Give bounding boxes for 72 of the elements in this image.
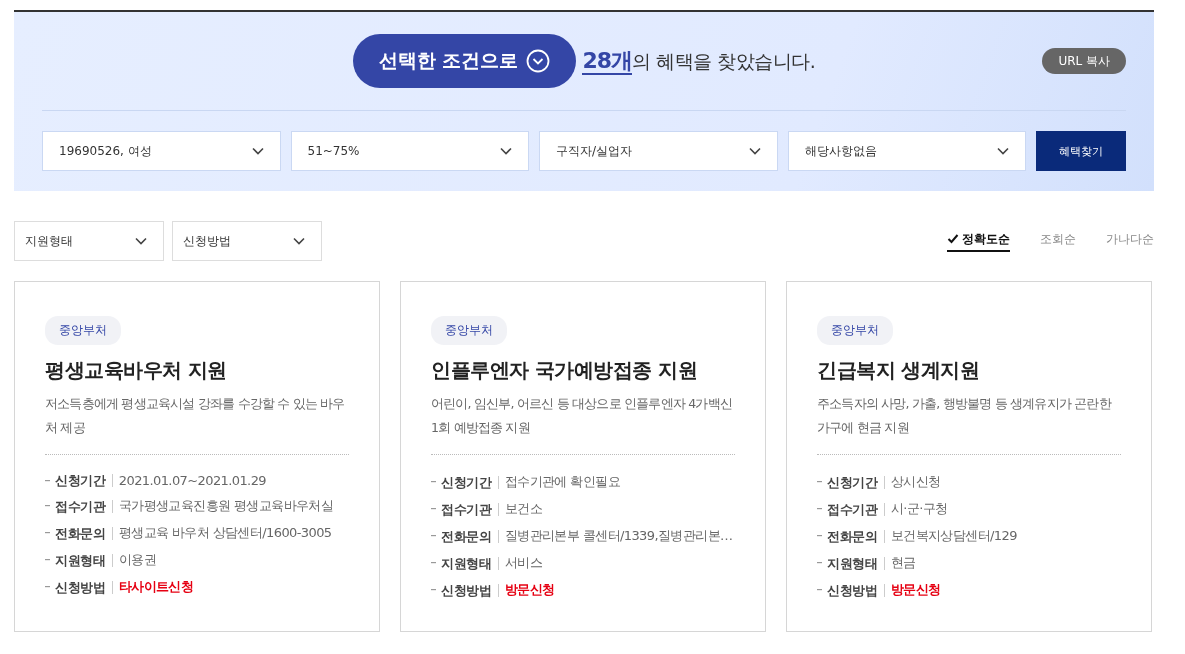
detail-label: 신청기간 (55, 474, 113, 487)
benefit-title: 긴급복지 생계지원 (817, 357, 981, 384)
dash-icon (817, 508, 822, 510)
benefit-description: 주소득자의 사망, 가출, 행방불명 등 생계유지가 곤란한 가구에 현금 지원 (817, 392, 1121, 455)
benefit-card[interactable]: 중앙부처 인플루엔자 국가예방접종 지원 어린이, 임신부, 어르신 등 대상으로 인플루엔자 4가백신 1회 예방접종 지원 신청기간 접수기관에 확인필요 접수기관 보건소 전화문의 질병관리본부 콜센터/1339,질병관리본… 지원형태 서비스 신청방법 방문신청 (400, 281, 766, 632)
find-benefits-button[interactable]: 혜택찾기 (1036, 131, 1126, 171)
detail-label: 접수기관 (441, 502, 499, 516)
detail-label: 신청방법 (55, 580, 113, 594)
filter-dropdown[interactable]: 신청방법 (172, 221, 322, 261)
detail-label: 지원형태 (441, 556, 499, 570)
filter-dropdown[interactable]: 지원형태 (14, 221, 164, 261)
condition-dropdown[interactable]: 해당사항없음 (787, 131, 1026, 171)
condition-dropdown[interactable]: 19690526, 여성 (42, 131, 281, 171)
detail-value: 현금 (890, 554, 916, 572)
dash-icon (45, 559, 50, 561)
dash-icon (817, 562, 822, 564)
detail-value: 시·군·구청 (890, 500, 948, 518)
sort-option[interactable]: 정확도순 (947, 230, 1010, 252)
detail-value: 국가평생교육진흥원 평생교육바우처실 (118, 497, 334, 515)
detail-label: 접수기관 (55, 499, 113, 513)
category-badge: 중앙부처 (817, 316, 893, 345)
dash-icon (817, 481, 822, 483)
detail-label: 신청방법 (441, 583, 499, 597)
detail-value: 평생교육 바우처 상담센터/1600-3005 (118, 524, 332, 542)
detail-value: 서비스 (504, 554, 542, 572)
detail-value: 이용권 (118, 551, 156, 569)
dash-icon (45, 532, 50, 534)
detail-value: 상시신청 (890, 473, 941, 491)
dash-icon (431, 589, 436, 591)
detail-value: 질병관리본부 콜센터/1339,질병관리본… (504, 527, 733, 545)
detail-label: 전화문의 (827, 529, 885, 543)
check-icon (947, 233, 959, 245)
detail-label: 접수기관 (827, 502, 885, 516)
condition-dropdown[interactable]: 구직자/실업자 (539, 131, 778, 171)
detail-label: 전화문의 (441, 529, 499, 543)
result-count-text: 28개의 혜택을 찾았습니다. (582, 47, 816, 76)
category-badge: 중앙부처 (431, 316, 507, 345)
dash-icon (817, 589, 822, 591)
detail-label: 지원형태 (55, 553, 113, 567)
benefit-title: 평생교육바우처 지원 (45, 357, 228, 384)
detail-value: 방문신청 (890, 581, 941, 599)
dash-icon (45, 586, 50, 588)
dash-icon (45, 479, 50, 482)
copy-url-button[interactable]: URL 복사 (1042, 48, 1126, 74)
dash-icon (431, 535, 436, 537)
detail-label: 전화문의 (55, 526, 113, 540)
detail-value: 보건복지상담센터/129 (890, 527, 1017, 545)
benefit-description: 어린이, 임신부, 어르신 등 대상으로 인플루엔자 4가백신 1회 예방접종 지원 (431, 392, 735, 455)
detail-label: 신청기간 (441, 475, 499, 489)
sort-option[interactable]: 조회순 (1040, 230, 1076, 252)
benefit-title: 인플루엔자 국가예방접종 지원 (431, 357, 699, 384)
detail-value: 타사이트신청 (118, 578, 194, 596)
benefit-card[interactable]: 중앙부처 긴급복지 생계지원 주소득자의 사망, 가출, 행방불명 등 생계유지가 곤란한 가구에 현금 지원 신청기간 상시신청 접수기관 시·군·구청 전화문의 보건복지상담센터/129 지원형태 현금 신청방법 방문신청 (786, 281, 1152, 632)
dash-icon (45, 505, 50, 507)
detail-label: 신청기간 (827, 475, 885, 489)
dash-icon (431, 481, 436, 483)
detail-value: 2021.01.07~2021.01.29 (118, 473, 266, 488)
benefit-description: 저소득층에게 평생교육시설 강좌를 수강할 수 있는 바우처 제공 (45, 392, 349, 455)
detail-value: 보건소 (504, 500, 542, 518)
category-badge: 중앙부처 (45, 316, 121, 345)
dash-icon (817, 535, 822, 537)
detail-label: 지원형태 (827, 556, 885, 570)
dash-icon (431, 508, 436, 510)
detail-value: 방문신청 (504, 581, 555, 599)
sort-option[interactable]: 가나다순 (1106, 230, 1154, 252)
dash-icon (431, 562, 436, 564)
selected-conditions-toggle[interactable]: 선택한 조건으로 (352, 34, 577, 88)
condition-dropdown[interactable]: 51~75% (290, 131, 529, 171)
detail-label: 신청방법 (827, 583, 885, 597)
detail-value: 접수기관에 확인필요 (504, 473, 620, 491)
chevron-down-circle-icon (526, 49, 551, 73)
benefit-card[interactable]: 중앙부처 평생교육바우처 지원 저소득층에게 평생교육시설 강좌를 수강할 수 있는 바우처 제공 신청기간 2021.01.07~2021.01.29 접수기관 국가평생교육진흥원 평생교육바우처실 전화문의 평생교육 바우처 상담센터/1600-3005 지원형태 이용권 신청방법 타사이트신청 (14, 281, 380, 632)
